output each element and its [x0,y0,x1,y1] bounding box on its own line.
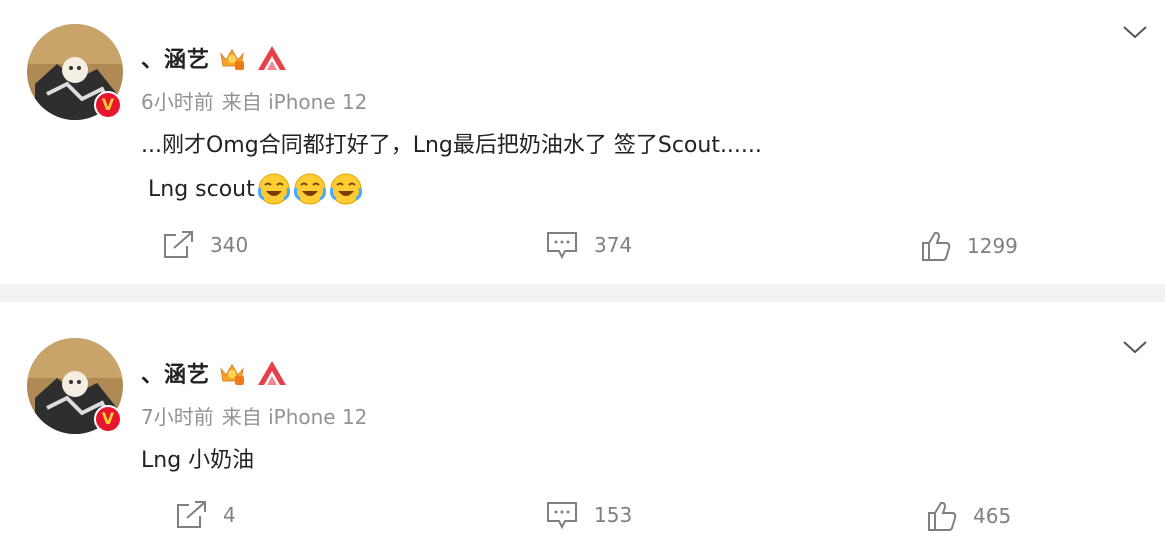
post-menu-button[interactable] [1122,339,1148,355]
comment-count: 374 [594,233,633,257]
share-count: 4 [223,503,236,527]
username[interactable]: 、涵艺 [141,357,210,389]
brand-mark-icon [258,46,287,70]
verified-badge: V [94,405,122,433]
comment-icon [547,232,577,260]
comment-icon [547,502,577,530]
share-icon [177,501,206,528]
post-text: ...刚才Omg合同都打好了，Lng最后把奶油水了 签了Scout...... [141,133,762,158]
chevron-down-icon [1123,26,1147,39]
crown-level-icon [220,364,245,385]
post-time[interactable]: 6小时前 [141,90,214,114]
comment-button[interactable]: 374 [546,230,632,260]
post-text: Lng 小奶油 [141,448,255,473]
laughing-crying-emoji [257,173,290,205]
share-count: 340 [210,233,249,257]
like-count: 1299 [967,234,1018,258]
post-text-content: Lng scout [148,176,255,202]
brand-mark-icon [258,361,287,385]
like-icon [928,501,957,531]
post-separator [0,284,1165,302]
username[interactable]: 、涵艺 [141,42,210,74]
comment-count: 153 [594,503,633,527]
laughing-crying-emoji [329,173,362,205]
share-icon [164,231,193,258]
post-time[interactable]: 7小时前 [141,405,214,429]
share-button[interactable]: 340 [162,230,248,260]
crown-level-icon [220,49,245,70]
post-menu-button[interactable] [1122,24,1148,40]
laughing-crying-emoji [293,173,326,205]
like-icon [922,231,951,261]
post-source: 来自 iPhone 12 [221,90,368,114]
share-button[interactable]: 4 [175,500,236,530]
like-count: 465 [973,504,1012,528]
comment-button[interactable]: 153 [546,500,632,530]
chevron-down-icon [1123,341,1147,354]
post-source: 来自 iPhone 12 [221,405,368,429]
post-text-line-2: Lng scout [148,172,363,206]
like-button[interactable]: 1299 [921,230,1018,262]
verified-badge: V [94,91,122,119]
user-header: 、涵艺 [141,356,288,390]
post-meta: 6小时前 来自 iPhone 12 [141,86,367,115]
user-header: 、涵艺 [141,41,288,75]
post-meta: 7小时前 来自 iPhone 12 [141,401,367,430]
like-button[interactable]: 465 [927,500,1011,532]
